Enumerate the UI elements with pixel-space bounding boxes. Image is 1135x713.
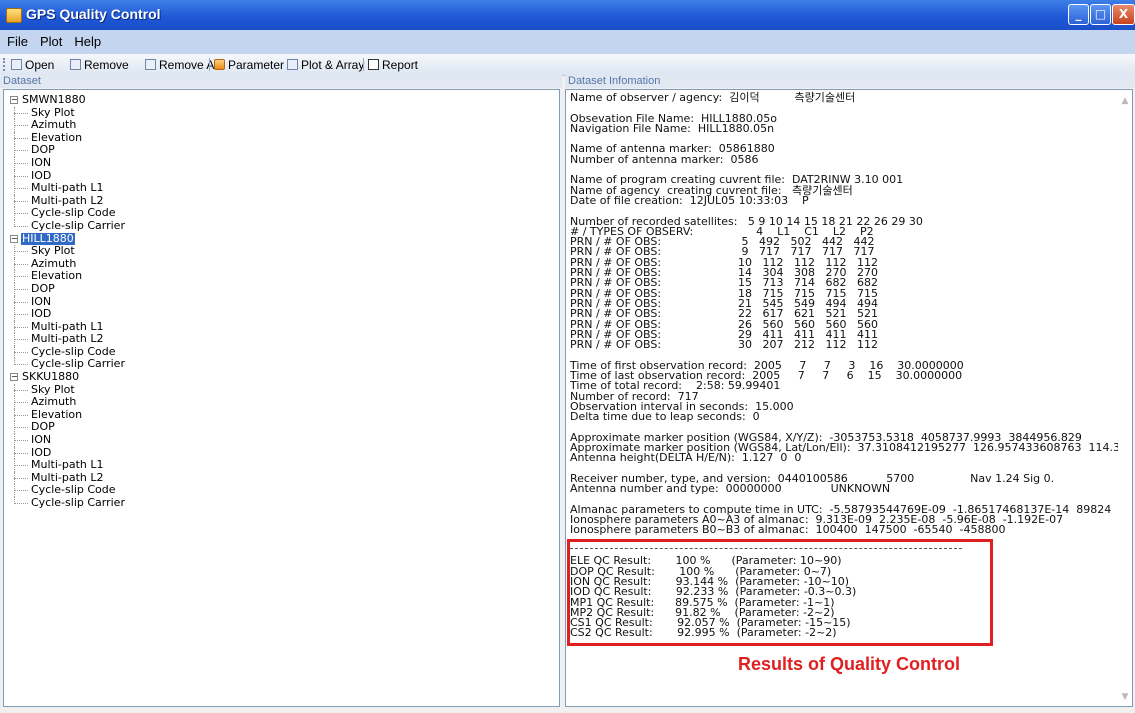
tree-item-label[interactable]: Multi-path L2	[31, 333, 104, 346]
title-bar[interactable]: GPS Quality Control _ □ X	[0, 0, 1135, 30]
info-line: Name of observer / agency: 김이덕 측량기술센터	[570, 91, 856, 104]
collapse-icon[interactable]: −	[10, 373, 18, 382]
tree-connector	[14, 402, 28, 404]
menu-plot[interactable]: Plot	[34, 30, 68, 49]
menu-help[interactable]: Help	[68, 30, 107, 49]
tree-item-label[interactable]: Sky Plot	[31, 245, 75, 258]
dataset-panel-header: Dataset	[0, 75, 562, 88]
scroll-down-icon[interactable]: ▼	[1120, 692, 1130, 702]
report-label: Report	[382, 57, 419, 72]
tree-node-label[interactable]: SKKU1880	[21, 370, 80, 384]
vertical-scrollbar[interactable]: ▲ ▼	[1118, 90, 1132, 706]
maximize-button[interactable]: □	[1090, 4, 1111, 25]
remove-all-icon	[145, 59, 156, 70]
tree-connector	[14, 175, 28, 177]
tree-connector	[14, 389, 28, 391]
info-line: Ionosphere parameters B0~B3 of almanac: …	[570, 523, 1006, 537]
tree-connector	[14, 288, 28, 290]
plot-array-button[interactable]: Plot & Array	[287, 57, 364, 72]
plot-array-label: Plot & Array	[301, 57, 365, 72]
tree-connector	[14, 339, 28, 341]
tree-connector	[14, 225, 28, 227]
tree-connector	[14, 465, 28, 467]
info-line: Antenna height(DELTA H/E/N): 1.127 0 0	[570, 451, 802, 465]
tree-connector	[14, 200, 28, 202]
info-line: Antenna number and type: 00000000 UNKNOW…	[570, 482, 891, 496]
close-button[interactable]: X	[1112, 4, 1135, 25]
remove-button[interactable]: Remove	[70, 57, 129, 72]
minimize-button[interactable]: _	[1068, 4, 1089, 25]
tree-connector	[14, 137, 28, 139]
report-icon	[368, 59, 379, 70]
tree-connector	[14, 251, 28, 253]
collapse-icon[interactable]: −	[10, 96, 18, 104]
open-icon	[11, 59, 22, 70]
tree-connector	[14, 213, 28, 215]
plot-array-icon	[287, 59, 298, 70]
parameter-label: Parameter	[228, 57, 285, 72]
tree-connector	[14, 263, 28, 265]
collapse-icon[interactable]: −	[10, 234, 18, 243]
parameter-icon	[214, 59, 225, 70]
info-line: PRN / # OF OBS: 30 207 212 112 112	[570, 338, 878, 352]
tree-item-label[interactable]: ION	[31, 433, 51, 447]
tree-connector	[14, 490, 28, 492]
tree-connector	[14, 477, 28, 479]
tree-item-label[interactable]: Azimuth	[31, 396, 76, 409]
open-label: Open	[25, 57, 55, 72]
tree-item-label[interactable]: Azimuth	[31, 119, 76, 132]
tree-connector	[14, 351, 28, 353]
tree-connector	[14, 125, 28, 127]
info-line: Number of antenna marker: 0586	[570, 152, 759, 166]
remove-icon	[70, 59, 81, 70]
menu-bar: File Plot Help	[0, 30, 1135, 54]
tree-item-label[interactable]: Multi-path L1	[31, 182, 104, 195]
tree-connector	[14, 414, 28, 416]
toolbar: Open Remove Remove All Parameter Plot & …	[0, 54, 1135, 76]
info-line: Delta time due to leap seconds: 0	[570, 410, 760, 424]
tree-connector	[14, 188, 28, 190]
tree-item-label[interactable]: Multi-path L1	[31, 459, 104, 472]
tree-item-label[interactable]: IOD	[31, 307, 51, 321]
remove-label: Remove	[84, 57, 129, 72]
tree-connector	[14, 427, 28, 429]
open-button[interactable]: Open	[11, 57, 54, 72]
scroll-up-icon[interactable]: ▲	[1120, 96, 1130, 106]
qc-results-highlight	[567, 539, 993, 646]
info-line: Date of file creation: 12JUL05 10:33:03 …	[570, 193, 809, 207]
info-line: Navigation File Name: HILL1880.05n	[570, 121, 775, 135]
tree-connector	[14, 452, 28, 454]
tree-item-label[interactable]: DOP	[31, 282, 55, 296]
tree-connector	[14, 112, 28, 114]
remove-all-label: Remove All	[159, 57, 220, 72]
app-icon	[6, 8, 22, 23]
tree-connector	[14, 440, 28, 442]
parameter-button[interactable]: Parameter	[214, 57, 284, 72]
toolbar-grip[interactable]	[3, 58, 7, 71]
tree-node-label[interactable]: SMWN1880	[21, 93, 87, 107]
tree-connector	[14, 162, 28, 164]
window-title: GPS Quality Control	[26, 6, 161, 22]
info-panel-header: Dataset Infomation	[565, 75, 1135, 88]
tree-connector	[14, 364, 28, 366]
toolbar-separator	[209, 58, 210, 71]
tree-connector	[14, 276, 28, 278]
qc-results-caption: Results of Quality Control	[738, 654, 961, 674]
tree-connector	[14, 150, 28, 152]
report-button[interactable]: Report	[368, 57, 418, 72]
tree-item-label[interactable]: Cycle-slip Carrier	[31, 219, 125, 233]
tree-connector	[14, 326, 28, 328]
tree-connector	[14, 301, 28, 303]
tree-connector	[14, 314, 28, 316]
tree-item-label[interactable]: ION	[31, 156, 51, 170]
dataset-tree-panel: − SMWN1880 Sky Plot Azimuth Elevation DOP ION I…	[3, 89, 560, 707]
tree-item-label[interactable]: Cycle-slip Carrier	[31, 496, 125, 510]
menu-file[interactable]: File	[0, 30, 34, 49]
toolbar-separator	[363, 58, 364, 71]
tree-connector	[14, 503, 28, 504]
